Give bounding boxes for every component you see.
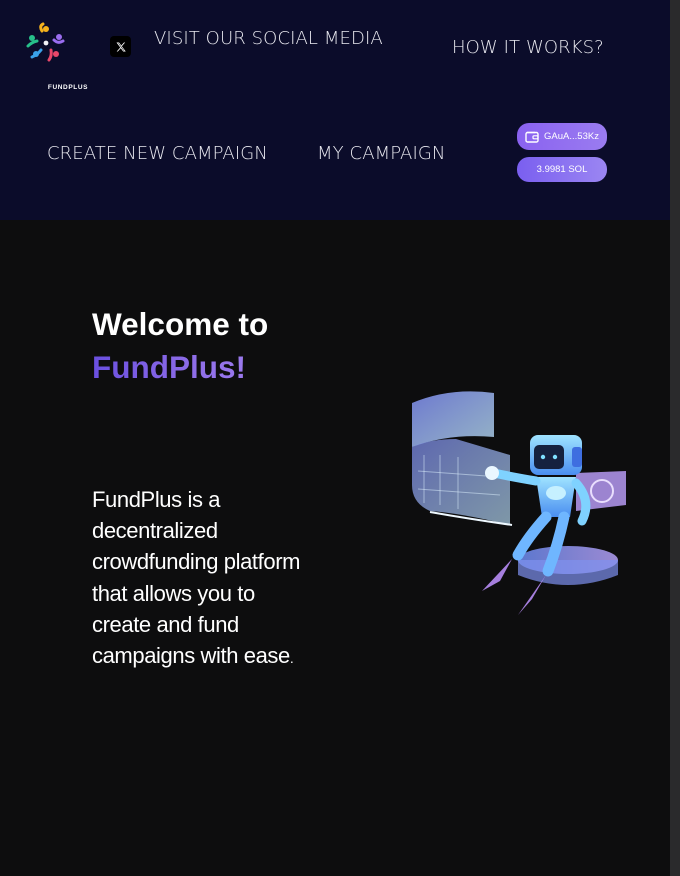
header: FUNDPLUS VISIT OUR SOCIAL MEDIA HOW IT W… xyxy=(0,0,670,220)
scrollbar[interactable] xyxy=(670,0,680,876)
hero-title-line1: Welcome to xyxy=(92,306,269,342)
social-media-link[interactable]: VISIT OUR SOCIAL MEDIA xyxy=(154,28,383,49)
balance-badge[interactable]: 3.9981 SOL xyxy=(517,157,607,182)
create-campaign-link[interactable]: CREATE NEW CAMPAIGN xyxy=(47,143,268,164)
fundplus-logo[interactable]: FUNDPLUS xyxy=(22,22,87,91)
robot-illustration xyxy=(400,385,632,623)
robot-hologram-icon xyxy=(412,391,626,615)
logo-text: FUNDPLUS xyxy=(47,84,89,91)
hero-description-end: . xyxy=(289,650,294,667)
balance-value: 3.9981 SOL xyxy=(536,164,588,175)
how-it-works-link[interactable]: HOW IT WORKS? xyxy=(452,37,604,58)
hero-description-text: FundPlus is a decentralized crowdfunding… xyxy=(92,487,301,669)
hero-title: Welcome to FundPlus! xyxy=(92,303,268,389)
my-campaign-link[interactable]: MY CAMPAIGN xyxy=(317,143,446,164)
hero-description: FundPlus is a decentralized crowdfunding… xyxy=(92,484,302,674)
hero-title-brand: FundPlus! xyxy=(92,346,268,389)
page: FUNDPLUS VISIT OUR SOCIAL MEDIA HOW IT W… xyxy=(0,0,670,876)
logo-mark-icon xyxy=(26,22,65,62)
x-twitter-icon[interactable] xyxy=(110,36,131,57)
wallet-icon xyxy=(525,131,539,143)
wallet-address: GAuA...53Kz xyxy=(544,131,599,142)
wallet-button[interactable]: GAuA...53Kz xyxy=(517,123,607,150)
